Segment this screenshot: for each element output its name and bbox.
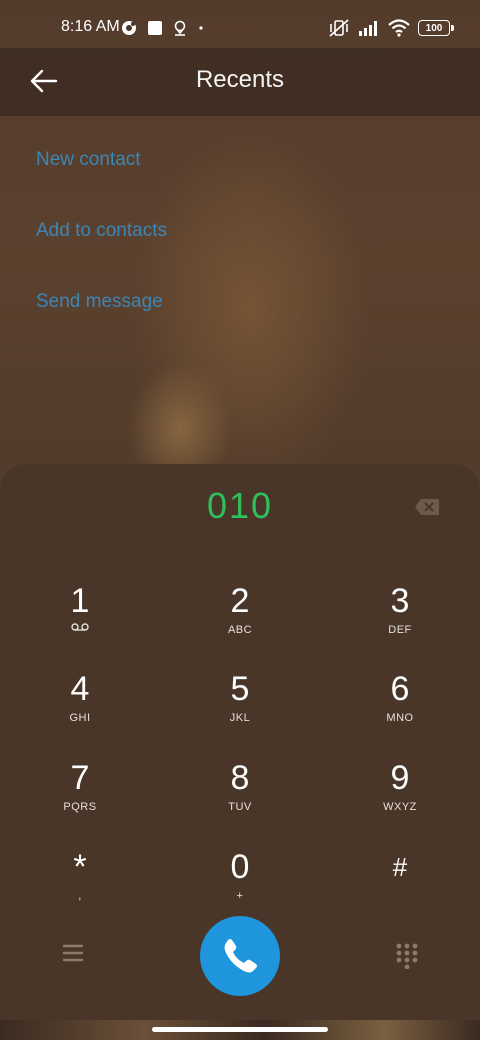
send-message-link[interactable]: Send message <box>36 291 163 313</box>
status-right-icons: 100 <box>328 17 454 39</box>
battery-icon: 100 <box>418 20 454 36</box>
wifi-icon <box>388 19 410 37</box>
voicemail-icon <box>20 622 140 635</box>
key-digit: # <box>392 852 408 882</box>
menu-icon <box>62 944 84 962</box>
signal-icon <box>359 21 377 36</box>
key-9[interactable]: 9 WXYZ <box>340 759 460 839</box>
key-5[interactable]: 5 JKL <box>180 670 300 750</box>
key-digit: 1 <box>70 582 90 620</box>
key-3[interactable]: 3 DEF <box>340 582 460 662</box>
call-button[interactable] <box>200 916 280 996</box>
key-digit: 7 <box>70 759 90 797</box>
dialpad-icon <box>396 943 418 970</box>
key-digit: 6 <box>390 670 410 708</box>
dialed-number: 010 <box>206 485 274 526</box>
key-digit: 9 <box>390 759 410 797</box>
menu-button[interactable] <box>62 943 84 963</box>
backspace-button[interactable] <box>414 498 440 516</box>
key-digit: * <box>73 848 87 886</box>
key-digit: 8 <box>230 759 250 797</box>
key-letters: DEF <box>388 624 412 636</box>
key-hash[interactable]: # <box>340 848 460 928</box>
battery-level: 100 <box>425 22 443 34</box>
key-letters: WXYZ <box>383 801 417 813</box>
key-star[interactable]: * , <box>20 848 140 928</box>
key-7[interactable]: 7 PQRS <box>20 759 140 839</box>
ubuntu-icon <box>122 21 136 35</box>
key-8[interactable]: 8 TUV <box>180 759 300 839</box>
status-time: 8:16 AM <box>61 18 120 35</box>
key-4[interactable]: 4 GHI <box>20 670 140 750</box>
square-icon <box>148 21 162 35</box>
key-letters: + <box>236 890 244 902</box>
new-contact-link[interactable]: New contact <box>36 149 141 171</box>
key-2[interactable]: 2 ABC <box>180 582 300 662</box>
dialpad-toggle-button[interactable] <box>396 943 418 970</box>
key-letters: JKL <box>229 712 251 724</box>
key-letters: ABC <box>227 624 253 636</box>
key-letters: GHI <box>69 712 91 724</box>
key-letters: , <box>78 890 82 902</box>
key-1[interactable]: 1 <box>20 582 140 662</box>
key-digit: 0 <box>230 848 250 886</box>
key-digit: 2 <box>230 582 250 620</box>
backspace-icon <box>415 499 439 515</box>
vibrate-muted-icon <box>329 19 349 37</box>
key-letters: MNO <box>386 712 414 724</box>
location-pin-icon <box>174 20 186 36</box>
status-left-icons <box>121 19 205 37</box>
key-6[interactable]: 6 MNO <box>340 670 460 750</box>
phone-icon <box>224 939 257 973</box>
app-header: Recents <box>0 48 480 116</box>
key-letters: TUV <box>228 801 252 813</box>
add-to-contacts-link[interactable]: Add to contacts <box>36 220 167 242</box>
home-indicator[interactable] <box>152 1027 328 1032</box>
page-title: Recents <box>195 66 285 93</box>
dot-icon <box>199 26 203 30</box>
key-letters: PQRS <box>63 801 97 813</box>
key-digit: 4 <box>70 670 90 708</box>
key-digit: 5 <box>230 670 250 708</box>
key-digit: 3 <box>390 582 410 620</box>
